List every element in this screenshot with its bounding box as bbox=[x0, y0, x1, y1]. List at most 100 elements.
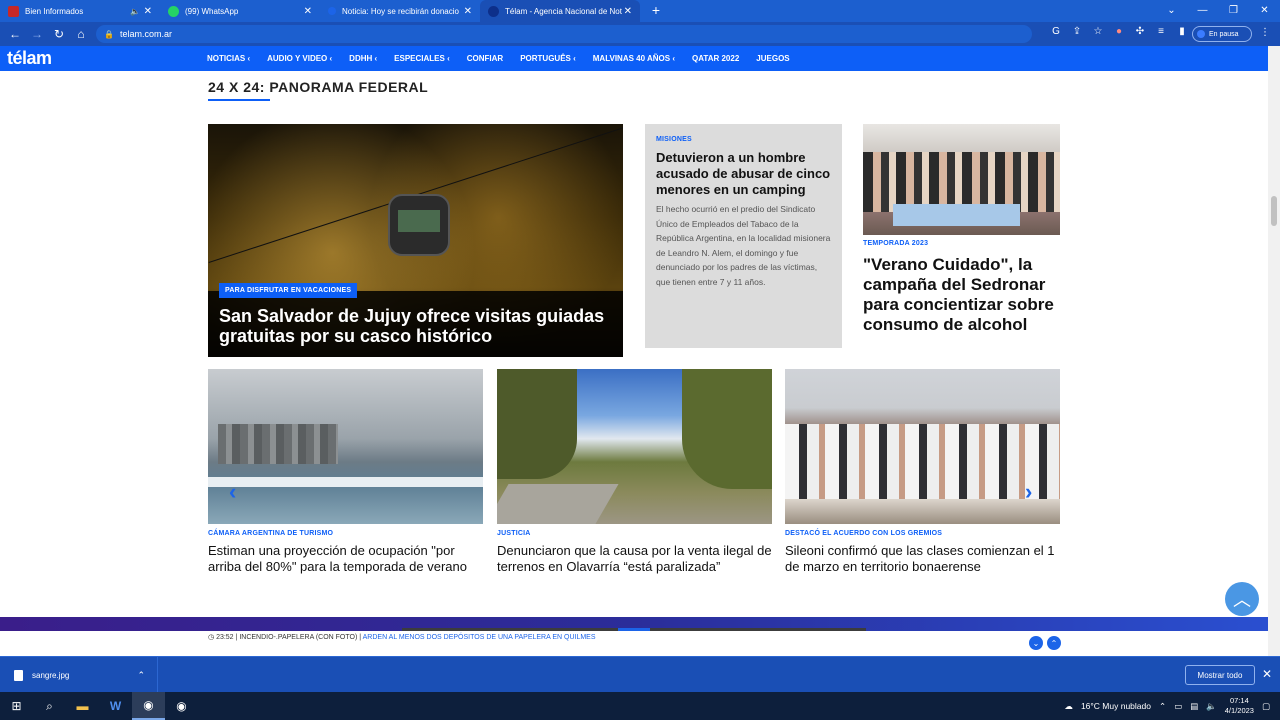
nav-malvinas[interactable]: MALVINAS 40 AÑOS ‹ bbox=[593, 54, 675, 63]
url-field[interactable]: 🔒 telam.com.ar bbox=[96, 25, 1032, 43]
profile-paused-button[interactable]: En pausa bbox=[1192, 26, 1252, 42]
article-category[interactable]: MISIONES bbox=[656, 136, 831, 143]
article-summary: El hecho ocurrió en el predio del Sindic… bbox=[656, 204, 831, 287]
tab-noticia[interactable]: Noticia: Hoy se recibirán donacio ✕ bbox=[320, 0, 480, 22]
media-queue-icon[interactable]: ≡ bbox=[1155, 26, 1167, 37]
close-tab-icon[interactable]: ✕ bbox=[624, 6, 632, 17]
hero-tag[interactable]: PARA DISFRUTAR EN VACACIONES bbox=[219, 283, 358, 298]
article-image-olavarria[interactable] bbox=[497, 369, 772, 524]
close-tab-icon[interactable]: ✕ bbox=[464, 6, 472, 17]
usb-icon[interactable]: ▭ bbox=[1174, 701, 1182, 712]
noticia-favicon-icon bbox=[328, 7, 336, 15]
tab-search-icon[interactable]: ⌄ bbox=[1156, 0, 1187, 20]
article-title[interactable]: Denunciaron que la causa por la venta il… bbox=[497, 543, 775, 575]
ticker-up-icon[interactable]: ⌃ bbox=[1047, 636, 1061, 650]
chrome-icon[interactable]: ◉ bbox=[132, 692, 165, 720]
weather-text[interactable]: 16°C Muy nublado bbox=[1081, 701, 1151, 711]
hero-title[interactable]: San Salvador de Jujuy ofrece visitas gui… bbox=[219, 306, 619, 346]
tab-bien-informados[interactable]: Bien Informados ✕ 🔈 bbox=[0, 0, 160, 22]
weather-cloud-icon: ☁ bbox=[1064, 700, 1073, 711]
tray-chevron-icon[interactable]: ⌃ bbox=[1159, 701, 1166, 712]
hero-article[interactable]: PARA DISFRUTAR EN VACACIONES San Salvado… bbox=[208, 124, 623, 357]
site-navbar: télam NOTICIAS ‹ AUDIO Y VIDEO ‹ DDHH ‹ … bbox=[0, 46, 1280, 71]
ticker-bar bbox=[0, 617, 1268, 631]
bookmark-star-icon[interactable]: ☆ bbox=[1092, 26, 1104, 37]
restore-icon[interactable]: ❐ bbox=[1218, 0, 1249, 20]
article-card-misiones[interactable]: MISIONES Detuvieron a un hombre acusado … bbox=[645, 124, 842, 348]
table-shape bbox=[893, 204, 1020, 226]
ticker-headline[interactable]: ARDEN AL MENOS DOS DEPÓSITOS DE UNA PAPE… bbox=[363, 634, 596, 641]
nav-ddhh[interactable]: DDHH ‹ bbox=[349, 54, 377, 63]
volume-icon[interactable]: 🔈 bbox=[1206, 701, 1217, 712]
nav-juegos[interactable]: JUEGOS bbox=[756, 54, 789, 63]
nav-especiales[interactable]: ESPECIALES ‹ bbox=[394, 54, 450, 63]
share-icon[interactable]: ⇪ bbox=[1071, 26, 1083, 37]
system-tray: ☁ 16°C Muy nublado ⌃ ▭ ▤ 🔈 07:14 4/1/202… bbox=[1064, 692, 1280, 720]
show-all-button[interactable]: Mostrar todo bbox=[1185, 665, 1255, 685]
scrollbar-thumb[interactable] bbox=[1271, 196, 1277, 226]
page-scrollbar[interactable] bbox=[1268, 46, 1280, 656]
article-category[interactable]: TEMPORADA 2023 bbox=[863, 240, 928, 247]
tab-telam[interactable]: Télam - Agencia Nacional de Not ✕ bbox=[480, 0, 640, 22]
download-item[interactable]: sangre.jpg ⌃ bbox=[0, 657, 158, 693]
nav-noticias[interactable]: NOTICIAS ‹ bbox=[207, 54, 250, 63]
article-category[interactable]: DESTACÓ EL ACUERDO CON LOS GREMIOS bbox=[785, 530, 942, 537]
network-icon[interactable]: ▤ bbox=[1190, 701, 1198, 712]
forward-icon[interactable]: → bbox=[26, 27, 48, 41]
ticker-down-icon[interactable]: ⌄ bbox=[1029, 636, 1043, 650]
article-category[interactable]: CÁMARA ARGENTINA DE TURISMO bbox=[208, 530, 333, 537]
carousel-next-icon[interactable]: › bbox=[1025, 479, 1032, 505]
article-image-clases[interactable] bbox=[785, 369, 1060, 524]
chevron-up-icon[interactable]: ⌃ bbox=[137, 670, 145, 681]
tree-shape bbox=[682, 369, 772, 489]
notifications-icon[interactable]: ▢ bbox=[1262, 701, 1270, 712]
tab-whatsapp[interactable]: (99) WhatsApp ✕ bbox=[160, 0, 320, 22]
extension-badge-icon[interactable]: ● bbox=[1113, 26, 1125, 37]
nav-audio-video[interactable]: AUDIO Y VIDEO ‹ bbox=[267, 54, 332, 63]
chrome-profile-icon[interactable]: ◉ bbox=[165, 692, 198, 720]
tab-title: (99) WhatsApp bbox=[185, 6, 239, 16]
close-tab-icon[interactable]: ✕ bbox=[144, 6, 152, 17]
nav-confiar[interactable]: CONFIAR bbox=[467, 54, 503, 63]
reload-icon[interactable]: ↻ bbox=[48, 27, 70, 41]
article-category[interactable]: JUSTICIA bbox=[497, 530, 531, 537]
article-image-verano-cuidado[interactable] bbox=[863, 124, 1060, 235]
article-image-turismo[interactable] bbox=[208, 369, 483, 524]
main-content: 24 X 24: PANORAMA FEDERAL PARA DISFRUTAR… bbox=[0, 71, 1268, 617]
close-window-icon[interactable]: ✕ bbox=[1249, 0, 1280, 20]
word-icon[interactable]: W bbox=[99, 692, 132, 720]
side-panel-icon[interactable]: ▮ bbox=[1176, 26, 1188, 37]
puzzle-extensions-icon[interactable]: ✣ bbox=[1134, 26, 1146, 37]
scroll-to-top-button[interactable]: ︿ bbox=[1225, 582, 1259, 616]
new-tab-button[interactable]: + bbox=[644, 0, 668, 22]
browser-menu-icon[interactable]: ⋮ bbox=[1260, 27, 1270, 38]
article-title[interactable]: Detuvieron a un hombre acusado de abusar… bbox=[656, 150, 831, 198]
url-text: telam.com.ar bbox=[119, 29, 172, 39]
search-icon[interactable]: ⌕ bbox=[33, 692, 66, 720]
article-title[interactable]: "Verano Cuidado", la campaña del Sedrona… bbox=[863, 255, 1063, 335]
google-icon[interactable]: G bbox=[1050, 26, 1062, 37]
surf-shape bbox=[208, 477, 483, 487]
profile-status: En pausa bbox=[1209, 30, 1239, 38]
windows-start-icon[interactable]: ⊞ bbox=[0, 692, 33, 720]
telam-logo[interactable]: télam bbox=[7, 48, 207, 69]
browser-tab-strip: Bien Informados ✕ 🔈 (99) WhatsApp ✕ Noti… bbox=[0, 0, 1280, 22]
whatsapp-favicon-icon bbox=[168, 5, 179, 17]
carousel-prev-icon[interactable]: ‹ bbox=[229, 479, 236, 505]
close-downloads-icon[interactable]: ✕ bbox=[1262, 667, 1272, 681]
clock[interactable]: 07:14 4/1/2023 bbox=[1225, 696, 1254, 716]
article-title[interactable]: Sileoni confirmó que las clases comienza… bbox=[785, 543, 1063, 575]
clock-icon: ◷ bbox=[208, 634, 215, 641]
home-icon[interactable]: ⌂ bbox=[70, 27, 92, 41]
back-icon[interactable]: ← bbox=[4, 27, 26, 41]
nav-portugues[interactable]: PORTUGUÊS ‹ bbox=[520, 54, 576, 63]
ticker-text[interactable]: ◷ 23:52 | INCENDIO-.PAPELERA (CON FOTO) … bbox=[208, 633, 596, 641]
file-explorer-icon[interactable]: ▬ bbox=[66, 692, 99, 720]
minimize-icon[interactable]: — bbox=[1187, 0, 1218, 20]
close-tab-icon[interactable]: ✕ bbox=[304, 6, 312, 17]
speaker-icon[interactable]: 🔈 bbox=[130, 7, 140, 16]
students-shape bbox=[785, 424, 1060, 499]
nav-qatar[interactable]: QATAR 2022 bbox=[692, 54, 739, 63]
article-title[interactable]: Estiman una proyección de ocupación "por… bbox=[208, 543, 486, 575]
road-shape bbox=[497, 484, 619, 524]
